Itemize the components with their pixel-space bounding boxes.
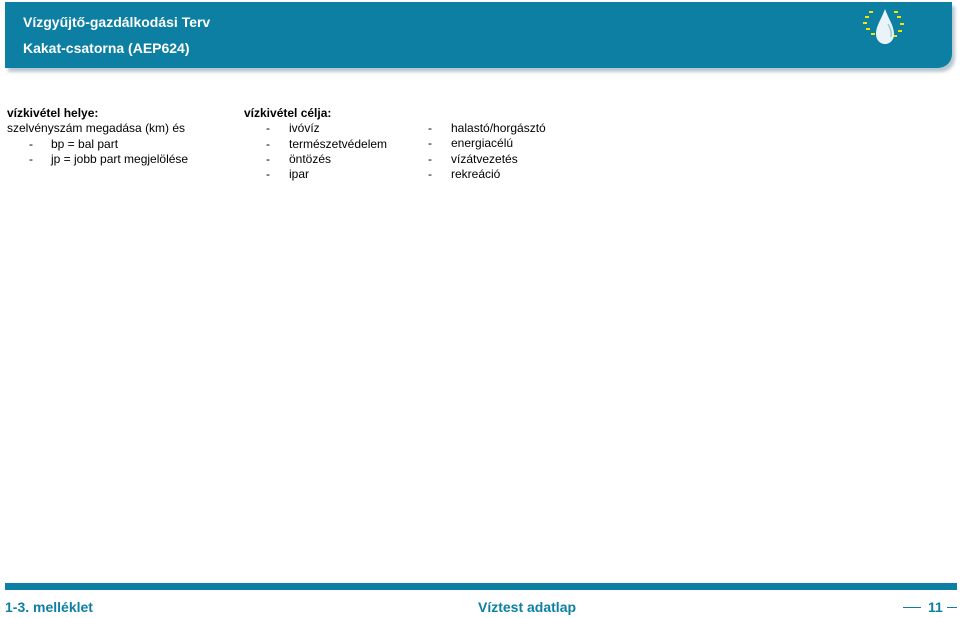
purpose-item: - természetvédelem xyxy=(266,136,388,151)
location-section: vízkivétel helye: szelvényszám megadása … xyxy=(7,106,188,167)
purpose-section-right: - halastó/horgásztó - energiacélú - vízátve… xyxy=(428,121,546,182)
location-item: - jp = jobb part megjelölése xyxy=(29,151,189,166)
header-subtitle: Kakat-csatorna (AEP624) xyxy=(23,40,190,56)
location-heading: vízkivétel helye: xyxy=(7,106,99,120)
purpose-item: - vízátvezetés xyxy=(428,151,518,166)
footer-rule-left xyxy=(903,607,921,608)
location-item: - bp = bal part xyxy=(29,136,119,151)
purpose-heading: vízkivétel célja: xyxy=(244,106,332,120)
purpose-item: - halastó/horgásztó xyxy=(428,121,546,135)
purpose-item: - ivóvíz xyxy=(266,121,320,136)
header-banner: Vízgyűjtő-gazdálkodási Terv Kakat-csator… xyxy=(5,2,952,68)
location-intro: szelvényszám megadása (km) és xyxy=(7,121,186,136)
header-title: Vízgyűjtő-gazdálkodási Terv xyxy=(23,14,211,30)
footer-document-title: Víztest adatlap xyxy=(478,599,577,615)
footer-bar xyxy=(5,583,957,590)
water-drop-stars-logo-icon xyxy=(863,9,904,44)
purpose-item: - ipar xyxy=(266,167,310,182)
footer-rule-right xyxy=(947,607,957,608)
purpose-item: - energiacélú xyxy=(428,136,514,151)
purpose-section: vízkivétel célja: - ivóvíz - természetvéde… xyxy=(244,106,387,182)
footer-annex-label: 1-3. melléklet xyxy=(5,599,93,615)
purpose-item: - rekreáció xyxy=(428,166,501,181)
purpose-item: - öntözés xyxy=(266,151,332,166)
page-number: 11 xyxy=(928,599,943,615)
